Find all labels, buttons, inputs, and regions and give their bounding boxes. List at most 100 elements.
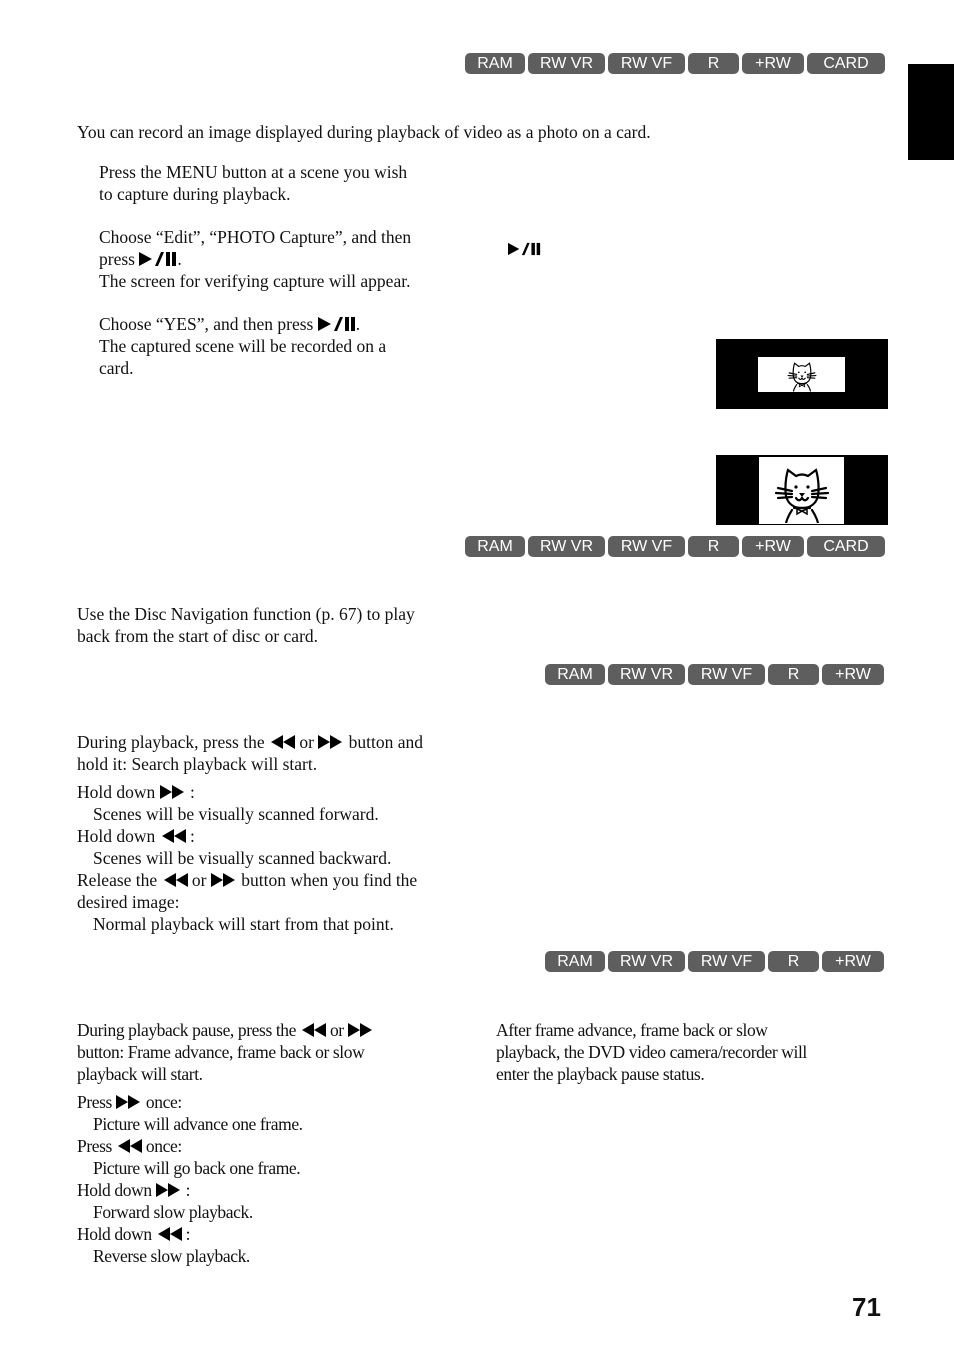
text: Press xyxy=(77,1092,116,1112)
badge-r: R xyxy=(688,536,739,557)
text: button and xyxy=(344,732,424,752)
fast-forward-icon xyxy=(156,1182,182,1198)
capture-step-3: Choose “YES”, and then press . The captu… xyxy=(99,313,386,379)
step-3-line-1: Choose “YES”, and then press . xyxy=(99,313,386,335)
capture-step-2: Choose “Edit”, “PHOTO Capture”, and then… xyxy=(99,226,411,292)
badge-rw-vf: RW VF xyxy=(608,536,685,557)
badge-card: CARD xyxy=(807,536,885,557)
cat-icon xyxy=(786,357,818,392)
text: During playback pause, press the xyxy=(77,1020,300,1040)
note-line-3: enter the playback pause status. xyxy=(496,1064,705,1084)
forward-slow-desc: Forward slow playback. xyxy=(93,1202,253,1222)
captured-photo xyxy=(759,457,844,524)
step-2-press-text: press xyxy=(99,249,140,269)
badge-plus-rw: +RW xyxy=(822,951,884,972)
fast-forward-icon xyxy=(211,872,237,888)
badge-r: R xyxy=(768,664,819,685)
step-1-line-2: to capture during playback. xyxy=(99,184,291,204)
search-line-2: hold it: Search playback will start. xyxy=(77,754,318,774)
from-start-text: Use the Disc Navigation function (p. 67)… xyxy=(77,603,415,647)
frame-line-3: playback will start. xyxy=(77,1064,203,1084)
badge-ram: RAM xyxy=(465,536,525,557)
cat-icon xyxy=(772,459,832,524)
note-line-1: After frame advance, frame back or slow xyxy=(496,1020,768,1040)
step-2-line-2: press . xyxy=(99,248,411,270)
badge-plus-rw: +RW xyxy=(742,53,804,74)
step-3-line-3: card. xyxy=(99,358,134,378)
fast-forward-icon xyxy=(160,784,186,800)
play-pause-icon xyxy=(139,251,177,267)
page-number: 71 xyxy=(852,1292,881,1322)
fast-forward-icon xyxy=(348,1022,374,1038)
badge-rw-vr: RW VR xyxy=(608,951,685,972)
frame-section: During playback pause, press the or butt… xyxy=(77,1019,374,1267)
rewind-icon xyxy=(156,1226,182,1242)
rewind-icon xyxy=(162,872,188,888)
reverse-slow-desc: Reverse slow playback. xyxy=(93,1246,250,1266)
badge-rw-vr: RW VR xyxy=(528,536,605,557)
frame-note: After frame advance, frame back or slow … xyxy=(496,1019,807,1085)
hold-reverse-slow: Hold down : xyxy=(77,1223,374,1245)
from-start-line-1: Use the Disc Navigation function (p. 67)… xyxy=(77,604,415,624)
step-2-period: . xyxy=(177,249,182,269)
media-badges-frame: RAM RW VR RW VF R +RW xyxy=(545,951,884,972)
from-start-line-2: back from the start of disc or card. xyxy=(77,626,319,646)
text: Hold down xyxy=(77,1224,156,1244)
badge-r: R xyxy=(768,951,819,972)
fast-forward-icon xyxy=(116,1094,142,1110)
text: : xyxy=(185,782,195,802)
badge-rw-vf: RW VF xyxy=(688,951,765,972)
step-2-line-1: Choose “Edit”, “PHOTO Capture”, and then xyxy=(99,227,412,247)
text: Hold down xyxy=(77,782,160,802)
step-3-text: Choose “YES”, and then press xyxy=(99,314,318,334)
captured-screen xyxy=(716,455,888,525)
badge-plus-rw: +RW xyxy=(742,536,804,557)
text: or xyxy=(187,870,211,890)
badge-r: R xyxy=(688,53,739,74)
backward-desc: Scenes will be visually scanned backward… xyxy=(93,848,392,868)
text: or xyxy=(294,732,319,752)
hold-backward: Hold down : xyxy=(77,825,423,847)
rewind-icon xyxy=(116,1138,142,1154)
frame-line-2: button: Frame advance, frame back or slo… xyxy=(77,1042,365,1062)
text: : xyxy=(181,1224,191,1244)
badge-ram: RAM xyxy=(545,664,605,685)
badge-rw-vr: RW VR xyxy=(528,53,605,74)
before-capture-screen xyxy=(716,339,888,409)
text: Hold down xyxy=(77,826,160,846)
text: Hold down xyxy=(77,1180,156,1200)
search-line-1: During playback, press the or button and xyxy=(77,731,423,753)
capture-step-1: Press the MENU button at a scene you wis… xyxy=(99,161,407,205)
step-1-line-1: Press the MENU button at a scene you wis… xyxy=(99,162,408,182)
release-line-1: Release the or button when you find the xyxy=(77,869,423,891)
press-back: Press once: xyxy=(77,1135,374,1157)
play-pause-icon-side xyxy=(508,242,541,256)
media-badges-capture: RAM RW VR RW VF R +RW CARD xyxy=(465,53,885,74)
hold-forward: Hold down : xyxy=(77,781,423,803)
forward-desc: Scenes will be visually scanned forward. xyxy=(93,804,379,824)
text: once: xyxy=(141,1136,182,1156)
back-desc: Picture will go back one frame. xyxy=(93,1158,301,1178)
note-line-2: playback, the DVD video camera/recorder … xyxy=(496,1042,807,1062)
search-section: During playback, press the or button and… xyxy=(77,731,423,935)
step-2-line-3: The screen for verifying capture will ap… xyxy=(99,271,411,291)
badge-ram: RAM xyxy=(545,951,605,972)
media-badges-start: RAM RW VR RW VF R +RW CARD xyxy=(465,536,885,557)
badge-ram: RAM xyxy=(465,53,525,74)
badge-rw-vf: RW VF xyxy=(608,53,685,74)
step-3-line-2: The captured scene will be recorded on a xyxy=(99,336,387,356)
badge-rw-vf: RW VF xyxy=(688,664,765,685)
frame-line-1: During playback pause, press the or xyxy=(77,1019,374,1041)
text: once: xyxy=(141,1092,182,1112)
rewind-icon xyxy=(269,734,295,750)
text: During playback, press the xyxy=(77,732,269,752)
release-line-2: desired image: xyxy=(77,892,180,912)
step-3-period: . xyxy=(355,314,361,334)
press-forward: Press once: xyxy=(77,1091,374,1113)
video-frame xyxy=(758,357,845,392)
capture-intro: You can record an image displayed during… xyxy=(77,122,651,142)
badge-plus-rw: +RW xyxy=(822,664,884,685)
section-tab-marker xyxy=(908,64,954,160)
rewind-icon xyxy=(300,1022,326,1038)
text: button when you find the xyxy=(236,870,418,890)
